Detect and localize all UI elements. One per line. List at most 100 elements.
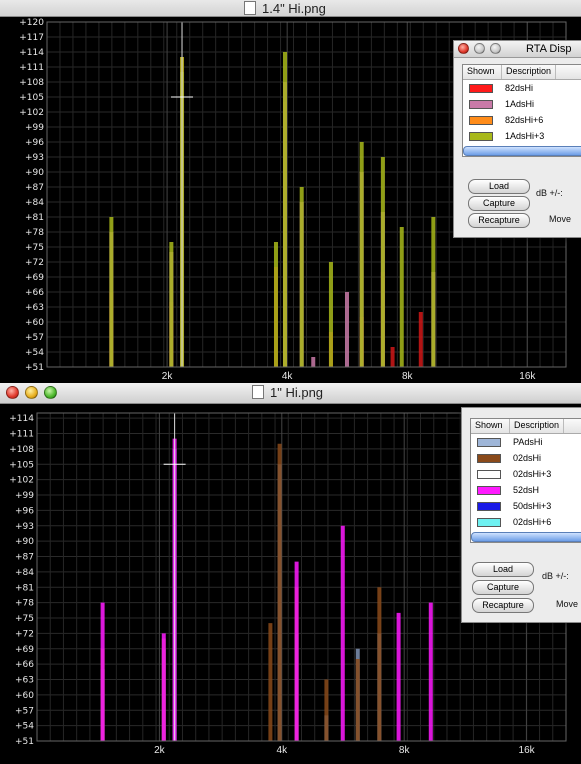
legend-label: 1AdsHi	[505, 99, 535, 109]
x-tick-label: 4k	[277, 745, 289, 756]
x-tick-label: 4k	[282, 371, 294, 382]
legend-scrollbar[interactable]	[471, 532, 581, 542]
bar	[294, 561, 299, 741]
y-tick-label: +114	[19, 48, 44, 58]
bar	[355, 659, 360, 741]
color-swatch	[469, 83, 493, 93]
db-label: dB +/-:	[536, 188, 563, 198]
legend-scrollbar[interactable]	[463, 146, 581, 156]
capture-button[interactable]: Capture	[472, 580, 534, 595]
legend-row[interactable]: 02dsHi+3	[471, 466, 581, 482]
col-shown[interactable]: Shown	[463, 65, 502, 79]
y-tick-label: +114	[9, 414, 34, 424]
bar	[428, 602, 433, 741]
panel-title: RTA Disp	[526, 43, 572, 55]
col-description[interactable]: Description	[502, 65, 557, 79]
bar	[282, 52, 287, 367]
bar	[268, 623, 273, 741]
db-label: dB +/-:	[542, 571, 569, 581]
legend-row[interactable]: 02dsHi	[471, 450, 581, 466]
capture-button[interactable]: Capture	[468, 196, 530, 211]
legend-label: 82dsHi	[505, 83, 534, 93]
bar	[340, 525, 345, 741]
window-title: 1.4" Hi.png	[244, 1, 326, 16]
rta-display-panel: Shown Description PAdsHi 02dsHi 02dsHi+3 …	[461, 407, 581, 623]
bar	[359, 142, 364, 367]
y-tick-label: +93	[15, 522, 34, 532]
y-tick-label: +60	[25, 318, 44, 328]
bar	[418, 312, 423, 367]
zoom-button[interactable]	[490, 43, 501, 54]
zoom-button[interactable]	[44, 386, 57, 399]
minimize-button[interactable]	[25, 386, 38, 399]
y-tick-label: +105	[19, 93, 44, 103]
color-swatch	[469, 115, 493, 125]
x-tick-label: 8k	[399, 745, 411, 756]
y-tick-label: +81	[15, 583, 34, 593]
window-title: 1" Hi.png	[252, 385, 323, 400]
color-swatch	[477, 501, 501, 511]
legend-label: 50dsHi+3	[513, 501, 552, 511]
legend-row[interactable]: 82dsHi	[463, 80, 581, 96]
rta-display-panel: RTA Disp Shown Description 82dsHi 1AdsHi …	[453, 40, 581, 238]
legend-label: 02dsHi+3	[513, 469, 552, 479]
close-button[interactable]	[6, 386, 19, 399]
title-bar[interactable]: 1" Hi.png	[0, 383, 581, 404]
bar	[396, 612, 401, 741]
y-tick-label: +111	[9, 430, 34, 440]
close-button[interactable]	[458, 43, 469, 54]
legend-table[interactable]: Shown Description PAdsHi 02dsHi 02dsHi+3 …	[470, 418, 581, 543]
x-tick-label: 16k	[519, 371, 536, 382]
y-tick-label: +78	[15, 599, 34, 609]
y-tick-label: +108	[9, 445, 34, 455]
color-swatch	[477, 517, 501, 527]
col-shown[interactable]: Shown	[471, 419, 510, 433]
bar	[277, 443, 282, 741]
recapture-button[interactable]: Recapture	[468, 213, 530, 228]
bar	[431, 217, 436, 367]
y-tick-label: +99	[15, 491, 34, 501]
bar	[399, 227, 404, 367]
legend-label: 52dsH	[513, 485, 540, 495]
y-tick-label: +78	[25, 228, 44, 238]
bar	[311, 357, 316, 367]
legend-label: 82dsHi+6	[505, 115, 544, 125]
bar	[273, 242, 278, 367]
panel-title-bar[interactable]: RTA Disp	[454, 41, 581, 58]
y-tick-label: +120	[19, 18, 44, 28]
x-tick-label: 16k	[519, 745, 536, 756]
legend-row[interactable]: 52dsH	[471, 482, 581, 498]
y-tick-label: +54	[25, 348, 44, 358]
y-tick-label: +84	[15, 568, 34, 578]
legend-row[interactable]: 02dsHi+6	[471, 514, 581, 530]
bar	[100, 602, 105, 741]
bar	[380, 157, 385, 367]
bar	[324, 679, 329, 741]
legend-row[interactable]: 1AdsHi	[463, 96, 581, 112]
y-tick-label: +105	[9, 460, 34, 470]
bar	[169, 242, 174, 367]
legend-row[interactable]: 82dsHi+6	[463, 112, 581, 128]
bar	[161, 633, 166, 741]
color-swatch	[477, 469, 501, 479]
y-tick-label: +93	[25, 153, 44, 163]
minimize-button[interactable]	[474, 43, 485, 54]
move-label: Move	[549, 214, 572, 224]
y-tick-label: +96	[25, 138, 44, 148]
recapture-button[interactable]: Recapture	[472, 598, 534, 613]
load-button[interactable]: Load	[468, 179, 530, 194]
color-swatch	[477, 437, 501, 447]
load-button[interactable]: Load	[472, 562, 534, 577]
col-description[interactable]: Description	[510, 419, 565, 433]
legend-row[interactable]: PAdsHi	[471, 434, 581, 450]
y-tick-label: +108	[19, 78, 44, 88]
y-tick-label: +90	[25, 168, 44, 178]
legend-table[interactable]: Shown Description 82dsHi 1AdsHi 82dsHi+6 …	[462, 64, 581, 157]
title-bar[interactable]: 1.4" Hi.png	[0, 0, 581, 17]
y-tick-label: +90	[15, 537, 34, 547]
legend-row[interactable]: 1AdsHi+3	[463, 128, 581, 144]
y-tick-label: +111	[19, 63, 44, 73]
y-tick-label: +66	[25, 288, 44, 298]
y-tick-label: +75	[25, 243, 44, 253]
legend-row[interactable]: 50dsHi+3	[471, 498, 581, 514]
